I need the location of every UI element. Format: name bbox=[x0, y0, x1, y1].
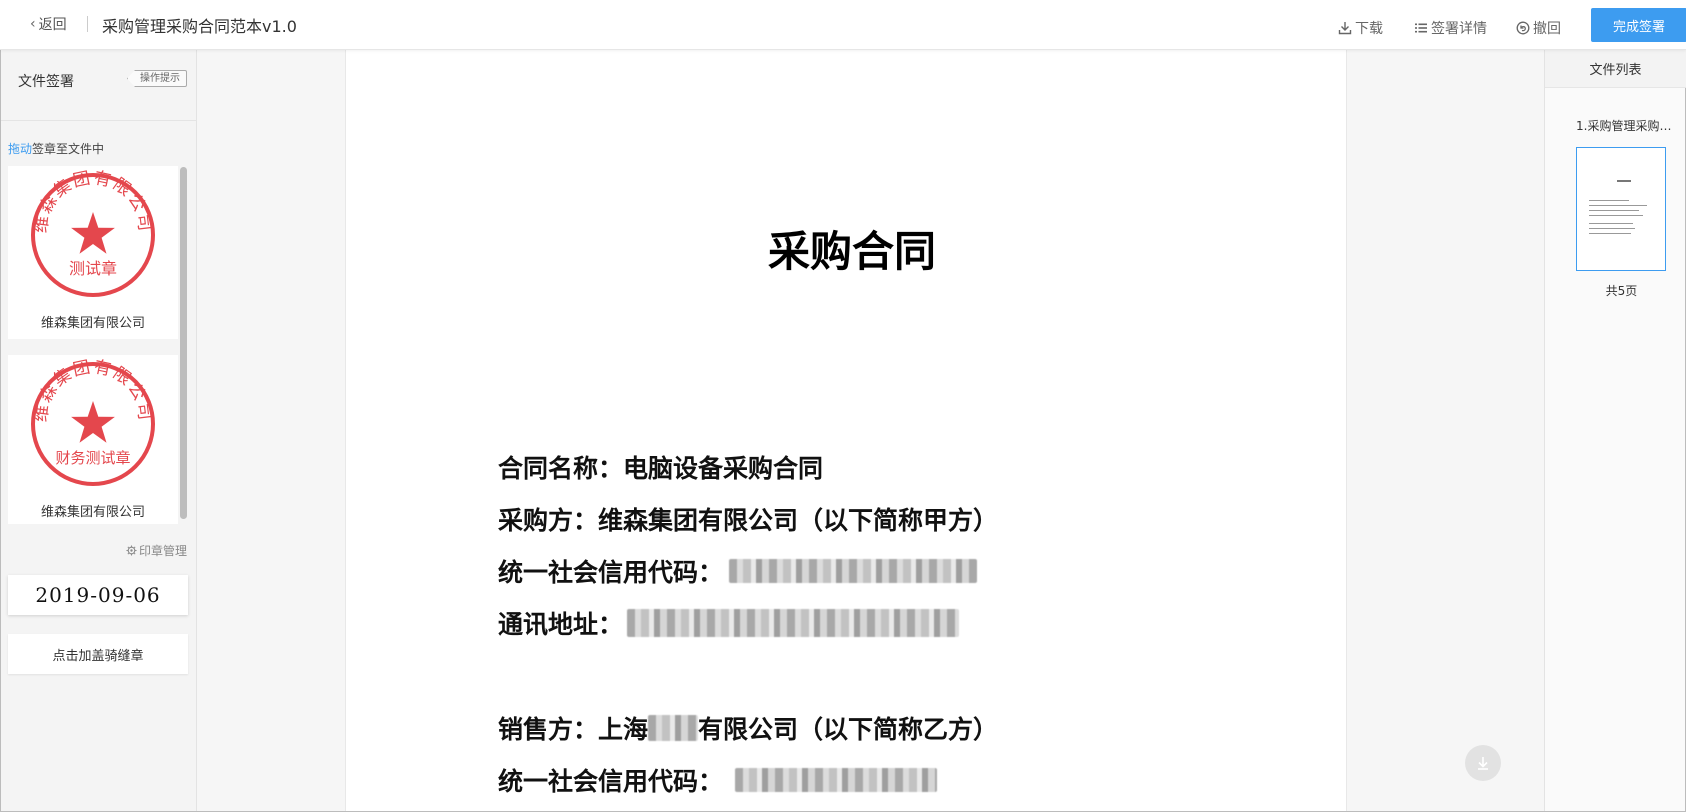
gear-icon bbox=[126, 545, 137, 556]
cross-page-seal-button[interactable]: 点击加盖骑缝章 bbox=[8, 634, 188, 674]
drag-tip: 拖动签章至文件中 bbox=[8, 140, 104, 157]
document-viewer[interactable]: 采购合同 合同名称： 电脑设备采购合同 采购方： 维森集团有限公司（以下简称甲方） … bbox=[197, 50, 1544, 811]
date-stamp[interactable]: 2019-09-06 bbox=[8, 575, 188, 615]
download-label: 下载 bbox=[1355, 21, 1383, 37]
redacted-value bbox=[729, 559, 978, 583]
contract-title: 采购合同 bbox=[767, 227, 936, 276]
line-label: 统一社会信用代码： bbox=[498, 767, 724, 796]
drag-tip-highlight: 拖动 bbox=[8, 142, 33, 156]
list-icon bbox=[1415, 23, 1427, 33]
file-list-panel: 文件列表 1.采购管理采购合同范本v1.0 共5页 bbox=[1544, 50, 1686, 811]
line-label: 采购方： bbox=[498, 506, 599, 535]
page-title: 采购管理采购合同范本v1.0 bbox=[102, 17, 297, 36]
operation-hint-tag[interactable]: 操作提示 bbox=[127, 70, 187, 87]
arrow-down-icon bbox=[1478, 757, 1488, 770]
drag-tip-text: 签章至文件中 bbox=[32, 142, 105, 156]
sign-details-label: 签署详情 bbox=[1431, 21, 1487, 37]
line-value-prefix: 上海 bbox=[598, 715, 649, 744]
sign-details-button[interactable]: 签署详情 bbox=[1414, 18, 1487, 38]
finish-signing-button[interactable]: 完成签署 bbox=[1591, 8, 1686, 42]
page-thumbnail[interactable] bbox=[1576, 147, 1666, 271]
seal-management-label: 印章管理 bbox=[139, 544, 188, 558]
download-button[interactable]: 下载 bbox=[1338, 18, 1383, 38]
svg-text:测试章: 测试章 bbox=[69, 259, 117, 278]
thumbnail-text-line bbox=[1589, 210, 1639, 211]
seal-card[interactable]: 维森集团有限公司 财务测试章 维森集团有限公司 bbox=[8, 355, 178, 524]
contract-line: 统一社会信用代码： bbox=[498, 762, 938, 798]
thumbnail-text-line bbox=[1589, 223, 1633, 224]
back-label: 返回 bbox=[38, 17, 67, 33]
thumbnail-text-line bbox=[1589, 233, 1631, 234]
contract-line: 采购方： 维森集团有限公司（以下简称甲方） bbox=[498, 501, 998, 537]
seal-image: 维森集团有限公司 测试章 bbox=[31, 170, 155, 297]
sidebar-divider bbox=[1, 120, 197, 121]
seal-management-link[interactable]: 印章管理 bbox=[126, 542, 187, 559]
thumbnail-title-line bbox=[1617, 180, 1631, 182]
chevron-left-icon: ‹ bbox=[30, 16, 36, 32]
redacted-value bbox=[627, 609, 960, 637]
seal-company-name: 维森集团有限公司 bbox=[40, 505, 145, 520]
seal-image: 维森集团有限公司 财务测试章 bbox=[31, 359, 155, 486]
contract-line: 通讯地址： bbox=[498, 605, 960, 641]
contract-line: 销售方： 上海 有限公司（以下简称乙方） bbox=[498, 710, 998, 746]
sidebar-title: 文件签署 bbox=[18, 74, 74, 90]
line-value-suffix: 有限公司（以下简称乙方） bbox=[698, 715, 999, 744]
line-label: 销售方： bbox=[498, 715, 599, 744]
redacted-value bbox=[648, 715, 699, 741]
redacted-value bbox=[735, 768, 938, 792]
download-icon bbox=[1338, 22, 1352, 35]
revoke-label: 撤回 bbox=[1533, 21, 1561, 37]
file-list-title: 文件列表 bbox=[1545, 50, 1686, 88]
contract-line: 统一社会信用代码： bbox=[498, 553, 978, 589]
seal-list: 维森集团有限公司 测试章 维森集团有限公司 维森集团有限公司 财务测试章 维森集… bbox=[8, 166, 183, 524]
thumbnail-text-line bbox=[1589, 228, 1635, 229]
contract-line: 合同名称： 电脑设备采购合同 bbox=[498, 449, 823, 485]
svg-text:财务测试章: 财务测试章 bbox=[55, 449, 130, 467]
document-page[interactable]: 采购合同 合同名称： 电脑设备采购合同 采购方： 维森集团有限公司（以下简称甲方） … bbox=[345, 50, 1347, 811]
line-label: 合同名称： bbox=[498, 454, 624, 483]
left-sidebar: 文件签署 操作提示 拖动签章至文件中 维森集团有限公司 测试章 维森集团有限公司… bbox=[1, 50, 197, 811]
top-bar: ‹ 返回 采购管理采购合同范本v1.0 下载 签署详情 撤回 完成签署 bbox=[0, 0, 1686, 50]
seal-card[interactable]: 维森集团有限公司 测试章 维森集团有限公司 bbox=[8, 166, 178, 339]
seal-list-scrollbar[interactable] bbox=[180, 167, 187, 519]
thumbnail-text-line bbox=[1589, 200, 1629, 201]
seal-company-name: 维森集团有限公司 bbox=[40, 316, 145, 331]
floating-download-button[interactable] bbox=[1465, 745, 1501, 781]
revoke-button[interactable]: 撤回 bbox=[1516, 18, 1561, 38]
line-value: 维森集团有限公司（以下简称甲方） bbox=[598, 506, 999, 535]
revoke-icon bbox=[1516, 21, 1530, 35]
header-divider bbox=[87, 16, 88, 32]
file-list-item[interactable]: 1.采购管理采购合同范本v1.0 bbox=[1576, 117, 1681, 134]
page-count: 共5页 bbox=[1605, 284, 1638, 298]
back-button[interactable]: ‹ 返回 bbox=[30, 14, 67, 34]
thumbnail-text-line bbox=[1589, 205, 1647, 206]
line-label: 统一社会信用代码： bbox=[498, 558, 724, 587]
line-value: 电脑设备采购合同 bbox=[623, 454, 824, 483]
thumbnail-text-line bbox=[1589, 215, 1643, 216]
line-label: 通讯地址： bbox=[498, 610, 624, 639]
scrollbar-thumb[interactable] bbox=[180, 167, 187, 519]
